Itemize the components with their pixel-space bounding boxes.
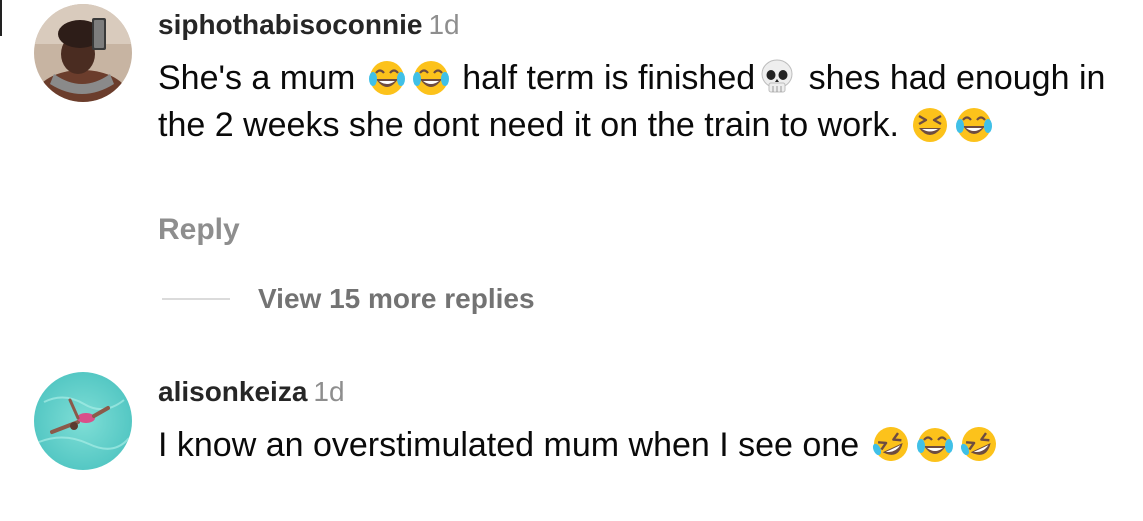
- avatar[interactable]: [34, 372, 132, 470]
- profile-photo-swimmer-icon: [34, 372, 132, 470]
- timestamp: 1d: [428, 9, 460, 40]
- comment-text-segment: half term is finished: [452, 59, 756, 97]
- timestamp: 1d: [313, 376, 345, 407]
- skull-icon: [757, 57, 797, 97]
- face-with-tears-of-joy-icon: [954, 104, 994, 144]
- avatar[interactable]: [34, 4, 132, 102]
- comment-text-segment: I know an overstimulated mum when I see …: [158, 426, 869, 464]
- comment-item: siphothabisoconnie 1d She's a mum half te…: [0, 0, 1143, 330]
- comment-item: alisonkeiza 1d I know an overstimulated m…: [0, 360, 1143, 521]
- reply-button[interactable]: Reply: [158, 212, 240, 248]
- comment-text: She's a mum half term is finished shes h…: [158, 55, 1138, 149]
- view-replies-label: View 15 more replies: [258, 283, 535, 314]
- rolling-on-the-floor-laughing-icon: [871, 424, 911, 464]
- comment-text-segment: She's a mum: [158, 59, 365, 97]
- profile-photo-selfie-icon: [34, 4, 132, 102]
- comment-text: I know an overstimulated mum when I see …: [158, 422, 1138, 469]
- comment-header: siphothabisoconnie 1d: [158, 8, 460, 42]
- rolling-on-the-floor-laughing-icon: [959, 424, 999, 464]
- username[interactable]: alisonkeiza: [158, 376, 307, 407]
- comment-header: alisonkeiza 1d: [158, 375, 345, 409]
- face-with-tears-of-joy-icon: [367, 57, 407, 97]
- username[interactable]: siphothabisoconnie: [158, 9, 422, 40]
- face-with-tears-of-joy-icon: [915, 424, 955, 464]
- grinning-squinting-face-icon: [910, 104, 950, 144]
- face-with-tears-of-joy-icon: [411, 57, 451, 97]
- divider-line: [162, 298, 230, 300]
- view-replies-button[interactable]: View 15 more replies: [162, 281, 535, 317]
